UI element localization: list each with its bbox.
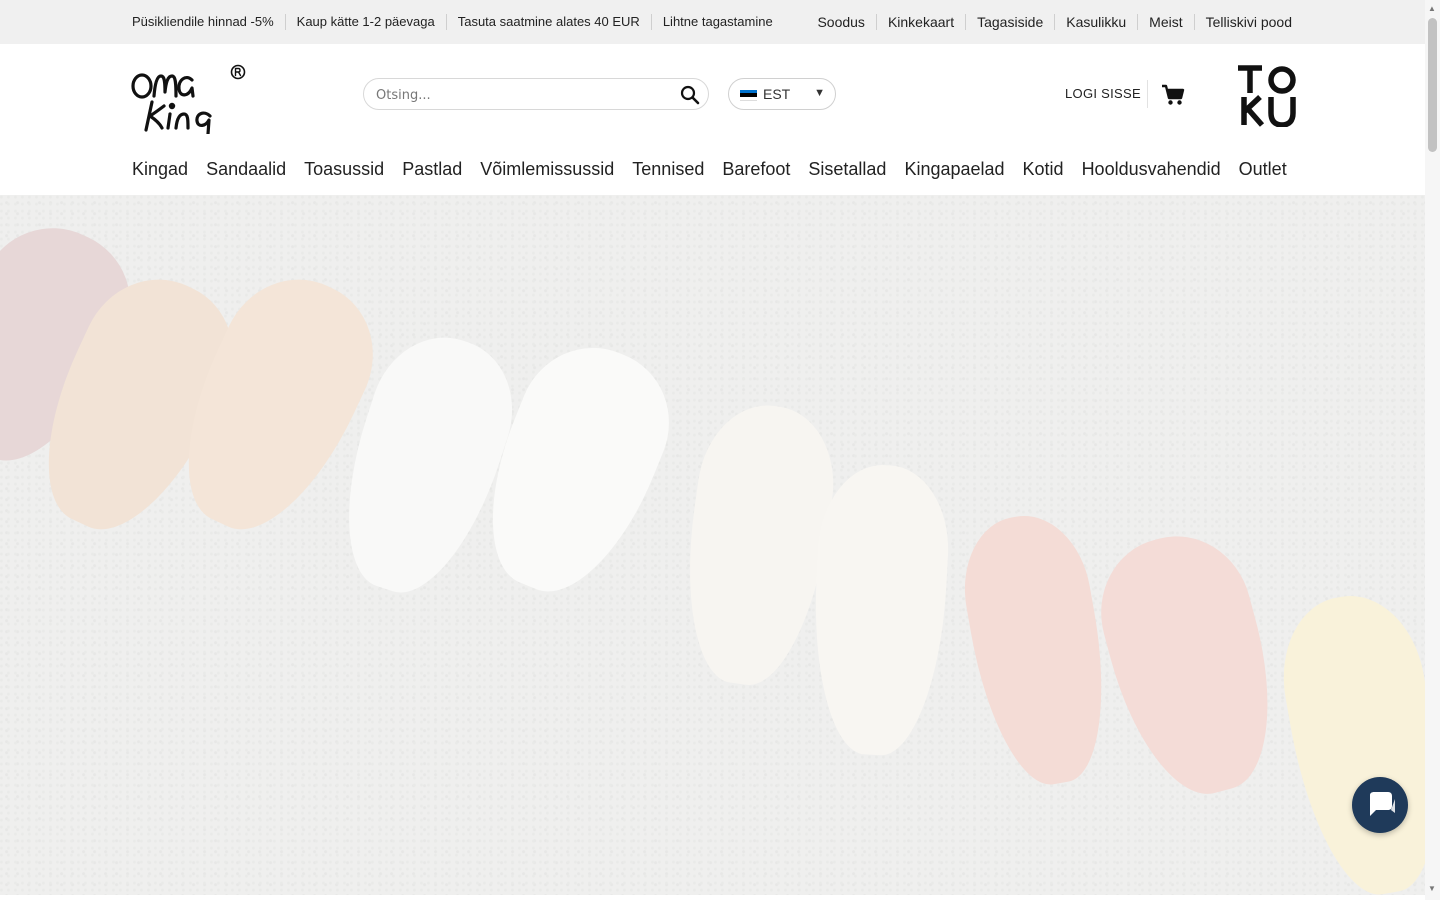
- top-link-tagasiside[interactable]: Tagasiside: [965, 14, 1054, 30]
- top-info-bar: Püsikliendile hinnad -5% Kaup kätte 1-2 …: [0, 0, 1425, 44]
- usp-list: Püsikliendile hinnad -5% Kaup kätte 1-2 …: [132, 0, 784, 44]
- login-link[interactable]: LOGI SISSE: [1065, 86, 1141, 101]
- toku-logo[interactable]: [1236, 63, 1296, 128]
- nav-item-tennised[interactable]: Tennised: [632, 159, 704, 180]
- nav-item-barefoot[interactable]: Barefoot: [722, 159, 790, 180]
- top-link-meist[interactable]: Meist: [1137, 14, 1193, 30]
- top-link-soodus[interactable]: Soodus: [806, 14, 875, 30]
- nav-item-pastlad[interactable]: Pastlad: [402, 159, 462, 180]
- language-code: EST: [763, 86, 791, 102]
- chat-icon: [1370, 792, 1395, 816]
- scrollbar-thumb[interactable]: [1428, 18, 1437, 152]
- nav-item-hooldusvahendid[interactable]: Hooldusvahendid: [1082, 159, 1221, 180]
- cart-icon[interactable]: [1161, 84, 1185, 106]
- top-links: Soodus Kinkekaart Tagasiside Kasulikku M…: [806, 0, 1292, 44]
- nav-item-toasussid[interactable]: Toasussid: [304, 159, 384, 180]
- page-scrollbar[interactable]: ▲ ▼: [1425, 0, 1440, 900]
- header-divider: [1147, 80, 1148, 108]
- usp-item: Lihtne tagastamine: [650, 14, 784, 30]
- chat-widget-button[interactable]: [1352, 777, 1408, 833]
- search-icon[interactable]: [680, 85, 700, 105]
- site-header: EST ▼ LOGI SISSE: [0, 44, 1425, 150]
- page: Püsikliendile hinnad -5% Kaup kätte 1-2 …: [0, 0, 1425, 900]
- nav-item-kingad[interactable]: Kingad: [132, 159, 188, 180]
- usp-item: Tasuta saatmine alates 40 EUR: [445, 14, 651, 30]
- nav-item-outlet[interactable]: Outlet: [1239, 159, 1287, 180]
- chevron-down-icon: ▼: [814, 87, 825, 99]
- hero-overlay: [0, 195, 1425, 895]
- top-link-telliskivi-pood[interactable]: Telliskivi pood: [1193, 14, 1292, 30]
- main-navigation: Kingad Sandaalid Toasussid Pastlad Võiml…: [0, 150, 1425, 195]
- search-box: [363, 78, 709, 111]
- scroll-down-icon[interactable]: ▼: [1428, 884, 1436, 893]
- estonia-flag-icon: [740, 90, 757, 101]
- top-link-kinkekaart[interactable]: Kinkekaart: [875, 14, 965, 30]
- omaking-logo[interactable]: [130, 62, 248, 141]
- scroll-up-icon[interactable]: ▲: [1428, 4, 1436, 13]
- usp-item: Kaup kätte 1-2 päevaga: [284, 14, 446, 30]
- nav-item-voimlemissussid[interactable]: Võimlemissussid: [480, 159, 614, 180]
- hero-banner-image[interactable]: [0, 195, 1425, 895]
- nav-item-kingapaelad[interactable]: Kingapaelad: [904, 159, 1004, 180]
- nav-item-sisetallad[interactable]: Sisetallad: [808, 159, 886, 180]
- top-link-kasulikku[interactable]: Kasulikku: [1054, 14, 1137, 30]
- nav-item-kotid[interactable]: Kotid: [1023, 159, 1064, 180]
- nav-item-sandaalid[interactable]: Sandaalid: [206, 159, 286, 180]
- language-selector[interactable]: EST ▼: [728, 78, 836, 110]
- search-input[interactable]: [374, 79, 668, 111]
- usp-item: Püsikliendile hinnad -5%: [132, 14, 274, 29]
